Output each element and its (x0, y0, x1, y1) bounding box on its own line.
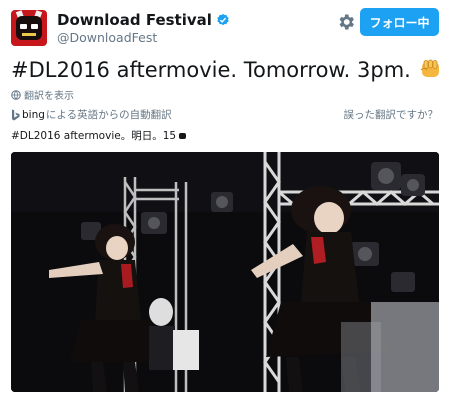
bing-note: による英語からの自動翻訳 (45, 109, 172, 121)
display-name-text[interactable]: Download Festival (57, 11, 212, 29)
tweet-text-body: #DL2016 aftermovie. Tomorrow. 3pm. (11, 58, 411, 82)
wrong-translation-link[interactable]: 誤った翻訳ですか？ (344, 107, 439, 122)
avatar-eye-right (31, 24, 38, 29)
avatar-eye-left (20, 24, 27, 29)
fist-emoji-mini-icon (179, 133, 187, 139)
account-handle[interactable]: @DownloadFest (57, 30, 157, 45)
gear-icon[interactable] (336, 12, 356, 32)
globe-icon (11, 90, 21, 100)
avatar-mouth (22, 33, 36, 36)
avatar[interactable] (11, 10, 47, 46)
bing-brand: bing (22, 108, 45, 121)
translated-text: #DL2016 aftermovie。明日。15 (11, 128, 187, 143)
show-translation-label[interactable]: 翻訳を表示 (24, 91, 74, 102)
video-player[interactable] (11, 152, 439, 392)
tweet-text: #DL2016 aftermovie. Tomorrow. 3pm. (11, 58, 443, 82)
concert-video-icon (11, 152, 439, 392)
display-name[interactable]: Download Festival (57, 11, 230, 29)
translated-text-body: #DL2016 aftermovie。明日。15 (11, 130, 177, 142)
show-translation-link[interactable]: 翻訳を表示 (11, 87, 74, 102)
following-button[interactable]: フォロー中 (360, 8, 439, 36)
verified-badge-icon (217, 13, 229, 26)
bing-logo-icon (12, 109, 20, 120)
fist-emoji-icon (420, 59, 439, 77)
bing-attribution: bing による英語からの自動翻訳 (11, 107, 172, 122)
